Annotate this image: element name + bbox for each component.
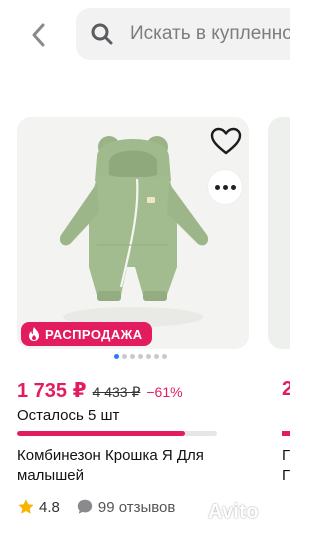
sale-badge: РАСПРОДАЖА <box>21 322 152 346</box>
next-product-price: 2 <box>282 378 290 400</box>
reviews-count[interactable]: 99 отзывов <box>98 499 176 516</box>
more-dots-icon <box>214 184 220 190</box>
pager-dot <box>146 354 151 359</box>
pager-dot <box>122 354 127 359</box>
next-product-image[interactable] <box>268 117 290 349</box>
heart-icon <box>210 127 242 155</box>
pager-dot <box>130 354 135 359</box>
sale-badge-label: РАСПРОДАЖА <box>45 326 143 342</box>
favorite-button[interactable] <box>208 124 244 158</box>
pager-dot <box>154 354 159 359</box>
next-product-stock-bar <box>282 431 290 436</box>
pager-dot <box>114 354 119 359</box>
rating-row: 4.8 99 отзывов <box>17 498 175 516</box>
search-icon <box>91 23 113 45</box>
stock-bar-fill <box>17 431 185 436</box>
star-icon <box>18 499 34 514</box>
stock-bar <box>17 431 217 436</box>
rating-value: 4.8 <box>39 498 60 516</box>
pager-dot <box>138 354 143 359</box>
more-dots-icon-dot <box>230 184 236 190</box>
price-row: 1 735 ₽ 4 433 ₽ −61% <box>17 378 183 403</box>
avito-watermark: Avito <box>180 500 259 524</box>
search-input[interactable] <box>130 23 290 45</box>
page: РАСПРОДАЖА 1 735 ₽ 4 433 ₽ −61% Осталось… <box>0 0 290 540</box>
more-dots-icon-dot <box>222 184 228 190</box>
next-product-title-line-2[interactable]: Г <box>282 466 290 486</box>
next-product-title-line-1[interactable]: Г <box>282 446 290 466</box>
old-price: 4 433 ₽ <box>92 384 141 400</box>
chevron-left-icon <box>32 23 45 47</box>
price: 1 735 ₽ <box>17 380 87 402</box>
more-button[interactable] <box>208 170 242 204</box>
back-button[interactable] <box>22 18 56 52</box>
stock-text: Осталось 5 шт <box>17 407 120 424</box>
product-title[interactable]: Комбинезон Крошка Я Для малышей <box>17 446 257 486</box>
pager-dot <box>162 354 167 359</box>
fire-icon <box>29 327 39 341</box>
avito-logo-icon <box>180 501 203 524</box>
chat-bubble-icon <box>77 499 93 514</box>
image-pager <box>114 354 167 359</box>
search-bar[interactable] <box>76 8 290 60</box>
watermark-text: Avito <box>208 500 259 523</box>
header <box>0 0 290 78</box>
discount: −61% <box>146 384 183 400</box>
